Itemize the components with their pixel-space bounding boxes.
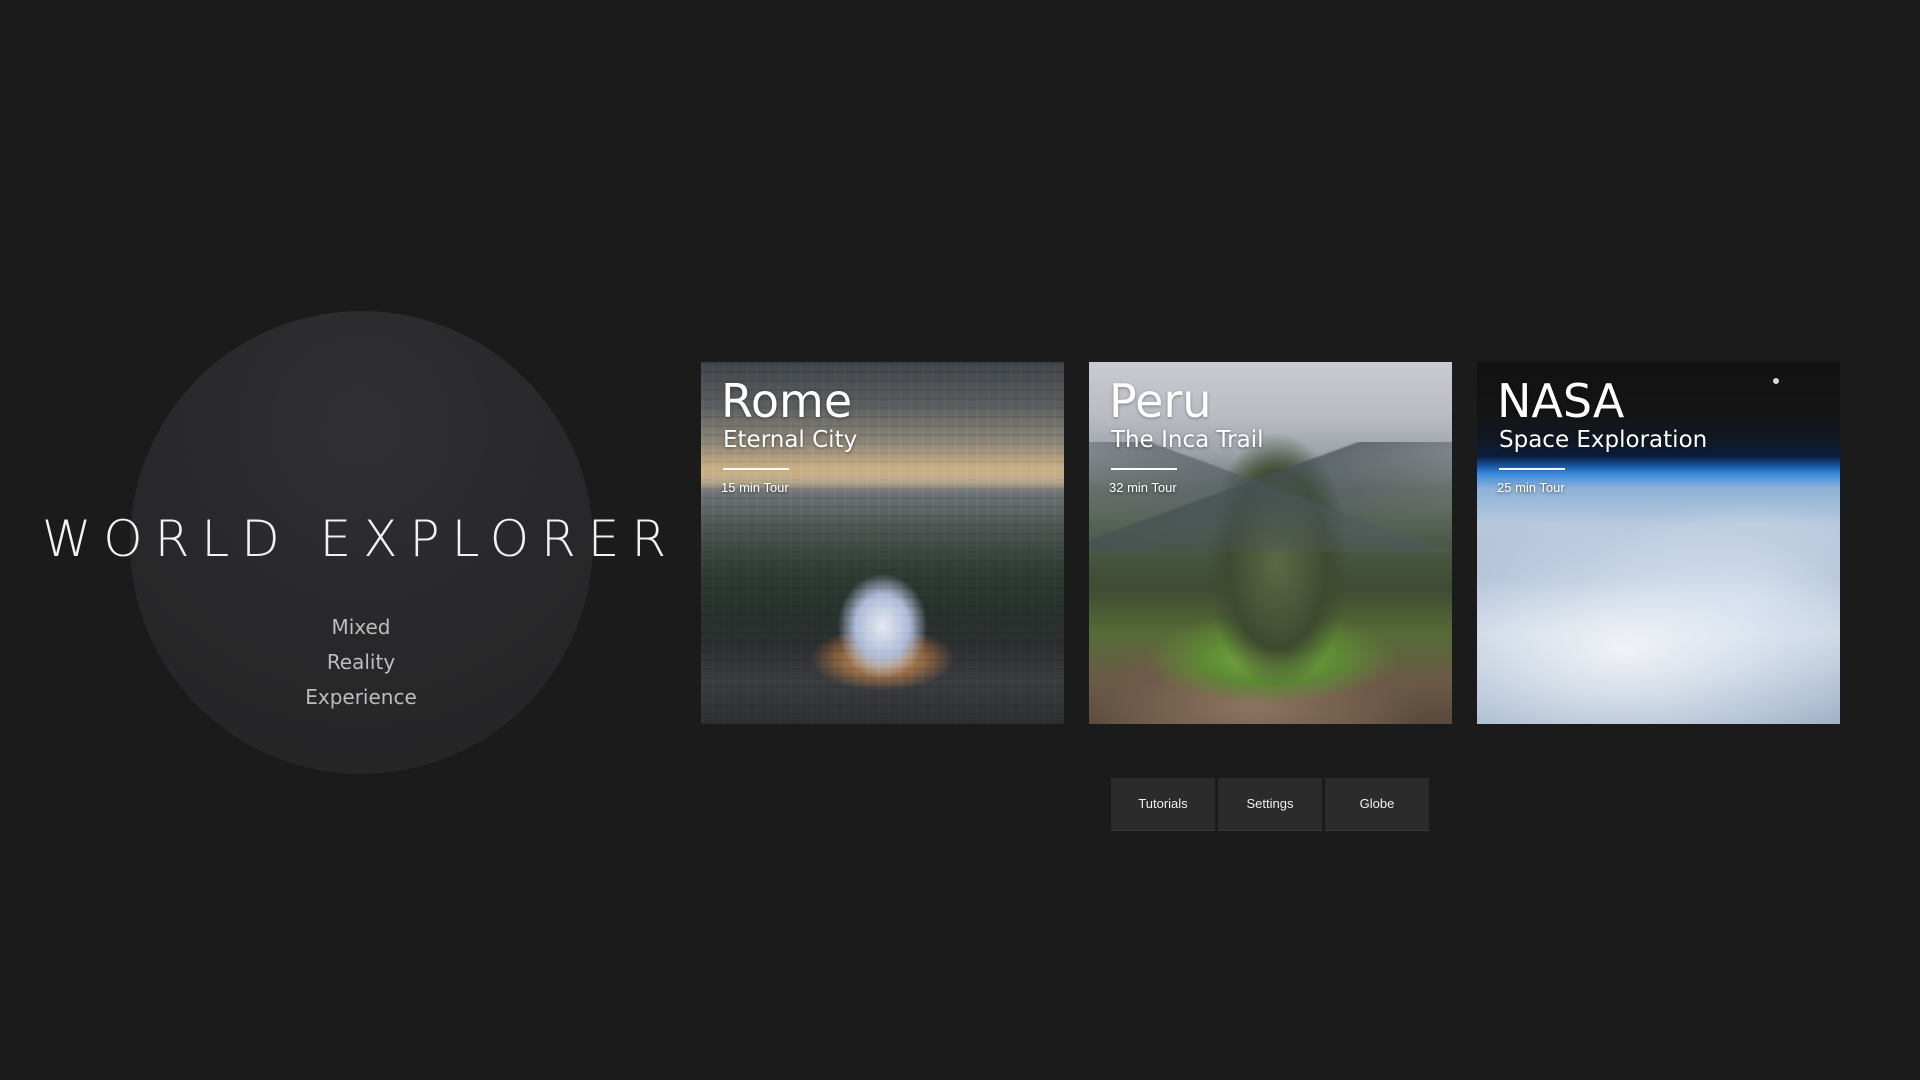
tile-title: Peru: [1109, 374, 1212, 428]
tile-duration: 32 min Tour: [1109, 480, 1177, 495]
app-subtitle: Mixed Reality Experience: [0, 610, 722, 715]
subtitle-line-experience: Experience: [305, 685, 417, 709]
tour-tile-nasa[interactable]: NASA Space Exploration 25 min Tour: [1477, 362, 1840, 724]
tile-subtitle: The Inca Trail: [1111, 427, 1264, 453]
tile-caption: Rome Eternal City 15 min Tour: [721, 372, 1054, 495]
subtitle-line-reality: Reality: [326, 650, 396, 674]
tile-title: Rome: [721, 374, 853, 428]
tile-subtitle: Eternal City: [723, 427, 858, 453]
tour-tile-rome[interactable]: Rome Eternal City 15 min Tour: [701, 362, 1064, 724]
tutorials-button[interactable]: Tutorials: [1111, 778, 1215, 831]
tile-caption: NASA Space Exploration 25 min Tour: [1497, 372, 1830, 495]
tile-subtitle: Space Exploration: [1499, 427, 1708, 453]
tour-tile-peru[interactable]: Peru The Inca Trail 32 min Tour: [1089, 362, 1452, 724]
tile-caption: Peru The Inca Trail 32 min Tour: [1109, 372, 1442, 495]
world-explorer-screen: WORLD EXPLORER Mixed Reality Experience …: [0, 0, 1920, 1080]
settings-button[interactable]: Settings: [1218, 778, 1322, 831]
tile-duration: 25 min Tour: [1497, 480, 1565, 495]
tile-divider: [723, 468, 789, 470]
tile-title: NASA: [1497, 374, 1625, 428]
subtitle-line-mixed: Mixed: [331, 615, 391, 639]
tile-duration: 15 min Tour: [721, 480, 789, 495]
app-title: WORLD EXPLORER: [41, 510, 679, 568]
globe-button[interactable]: Globe: [1325, 778, 1429, 831]
tile-divider: [1499, 468, 1565, 470]
tile-divider: [1111, 468, 1177, 470]
